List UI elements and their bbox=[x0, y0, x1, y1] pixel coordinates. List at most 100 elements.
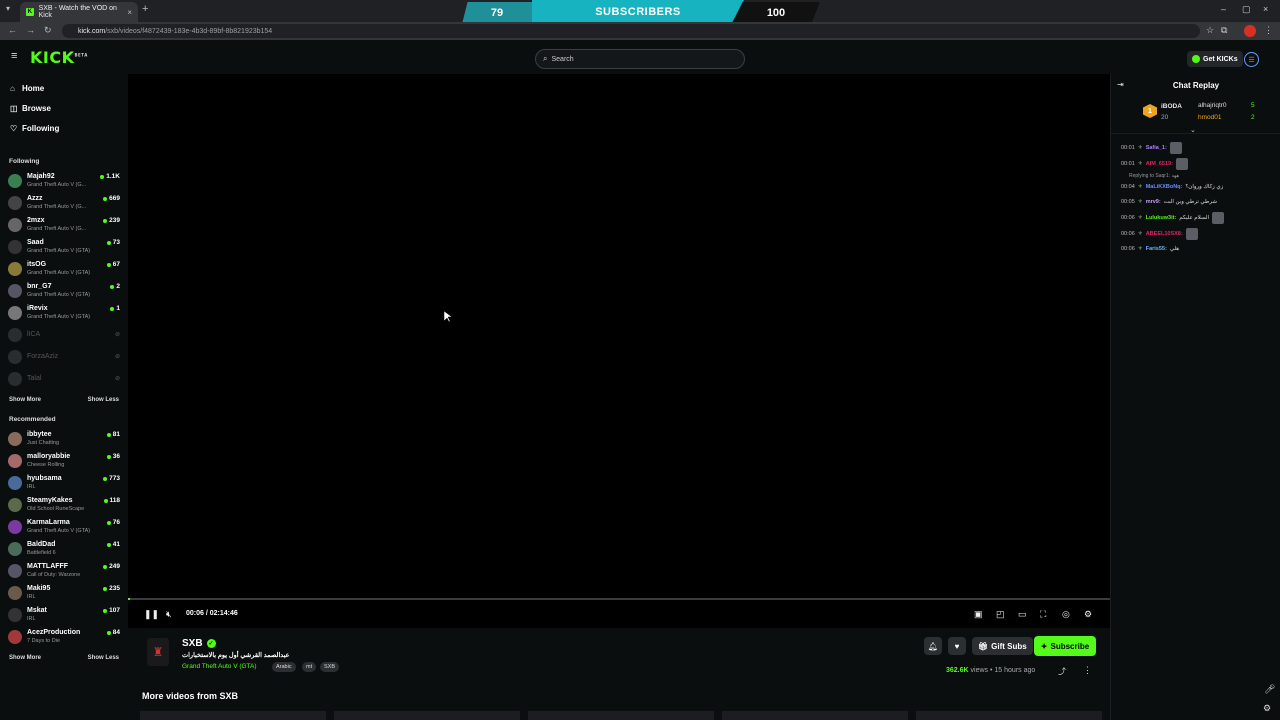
profile-avatar[interactable] bbox=[1244, 25, 1256, 37]
back-icon[interactable]: ← bbox=[8, 25, 17, 35]
url-host: kick.com bbox=[78, 27, 106, 35]
search-input[interactable]: ⌕ Search bbox=[535, 49, 745, 69]
gift-subs-button[interactable]: 🎁︎ Gift Subs bbox=[972, 637, 1033, 655]
video-thumbnail[interactable] bbox=[916, 711, 1102, 720]
microphone-icon[interactable]: 🎤︎ bbox=[1264, 684, 1275, 695]
chat-username[interactable]: mrv9: bbox=[1146, 199, 1161, 205]
reload-icon[interactable]: ↻ bbox=[44, 25, 52, 36]
show-less-button[interactable]: Show Less bbox=[88, 397, 119, 403]
follow-heart-button[interactable]: ♥ bbox=[948, 637, 966, 655]
bookmark-star-icon[interactable]: ☆ bbox=[1206, 25, 1214, 36]
tag-sxb[interactable]: SXB bbox=[320, 662, 340, 672]
video-age: 15 hours ago bbox=[994, 667, 1036, 674]
channel-avatar bbox=[8, 476, 22, 490]
sidebar-channel-item[interactable]: iRevix Grand Theft Auto V (GTA) 1 bbox=[8, 304, 120, 324]
tag-mt[interactable]: mt bbox=[302, 662, 317, 672]
browser-tab[interactable]: K SXB - Watch the VOD on Kick × bbox=[20, 2, 138, 22]
sidebar-channel-item[interactable]: itsOG Grand Theft Auto V (GTA) 67 bbox=[8, 260, 120, 280]
channel-name: ForzaAziz bbox=[27, 353, 59, 360]
viewer-count: 118 bbox=[103, 497, 120, 504]
expand-leaderboard-icon[interactable]: ⌄ bbox=[1190, 126, 1196, 134]
recommended-channel-item[interactable]: hyubsama IRL 773 bbox=[8, 474, 120, 494]
tab-close-icon[interactable]: × bbox=[127, 8, 132, 17]
category-link[interactable]: Grand Theft Auto V (GTA) bbox=[182, 663, 257, 670]
kick-logo[interactable]: KICKBETA bbox=[30, 48, 88, 67]
menu-icon[interactable]: ≡ bbox=[11, 51, 21, 62]
recommended-channel-item[interactable]: Maki95 IRL 235 bbox=[8, 584, 120, 604]
chat-username[interactable]: AIM_6519: bbox=[1146, 161, 1173, 167]
recommended-channel-item[interactable]: ibbytee Just Chatting 81 bbox=[8, 430, 120, 450]
theater-mode-icon[interactable]: ▭ bbox=[1018, 609, 1027, 620]
viewer-count: 2 bbox=[110, 283, 120, 290]
viewer-count: 107 bbox=[103, 607, 120, 614]
chat-username[interactable]: MaLiKXBoNq: bbox=[1146, 184, 1183, 190]
recommended-channel-item[interactable]: malloryabbie Cheese Rolling 36 bbox=[8, 452, 120, 472]
show-less-button[interactable]: Show Less bbox=[88, 655, 119, 661]
sidebar-channel-item[interactable]: Saad Grand Theft Auto V (GTA) 73 bbox=[8, 238, 120, 258]
channel-name: Talal bbox=[27, 375, 42, 382]
viewer-count: 669 bbox=[103, 195, 120, 202]
chat-timestamp: 00:01 bbox=[1121, 145, 1135, 151]
user-menu-icon[interactable]: ☰ bbox=[1244, 52, 1259, 67]
show-more-button[interactable]: Show More bbox=[9, 397, 41, 403]
recommended-channel-item[interactable]: SteamyKakes Old School RuneScape 118 bbox=[8, 496, 120, 516]
video-thumbnail[interactable] bbox=[528, 711, 714, 720]
video-thumbnail[interactable] bbox=[140, 711, 326, 720]
maximize-icon[interactable]: ▢ bbox=[1242, 4, 1251, 15]
sidebar-channel-item[interactable]: bnr_G7 Grand Theft Auto V (GTA) 2 bbox=[8, 282, 120, 302]
subscribe-button[interactable]: ✦ Subscribe bbox=[1034, 636, 1096, 656]
video-thumbnail[interactable] bbox=[334, 711, 520, 720]
channel-category: IRL bbox=[27, 484, 36, 490]
playback-speed-icon[interactable]: ◎ bbox=[1062, 609, 1070, 620]
chat-username[interactable]: ABEEL10SX8: bbox=[1146, 231, 1183, 237]
extensions-icon[interactable]: ⧉ bbox=[1221, 25, 1227, 36]
viewer-count: 81 bbox=[106, 431, 120, 438]
forward-icon[interactable]: → bbox=[26, 25, 35, 35]
minimize-icon[interactable]: – bbox=[1221, 4, 1226, 14]
share-icon[interactable]: ⤴ bbox=[1058, 666, 1066, 677]
tab-search-icon[interactable]: ▾ bbox=[6, 4, 10, 13]
channel-avatar bbox=[8, 542, 22, 556]
video-progress-bar[interactable] bbox=[128, 598, 1110, 600]
video-player[interactable] bbox=[128, 74, 1110, 628]
notification-bell-button[interactable]: 🔔︎ bbox=[924, 637, 942, 655]
browser-menu-icon[interactable]: ⋮ bbox=[1264, 25, 1273, 36]
recommended-channel-item[interactable]: AcezProduction 7 Days to Die 84 bbox=[8, 628, 120, 648]
viewer-count: 76 bbox=[106, 519, 120, 526]
sidebar-nav-home[interactable]: ⌂ Home bbox=[10, 84, 44, 93]
chat-username[interactable]: Safia_1: bbox=[1146, 145, 1167, 151]
get-kicks-button[interactable]: Get KICKs bbox=[1187, 51, 1243, 67]
chat-username[interactable]: Lulukuw3it: bbox=[1146, 215, 1177, 221]
sidebar-channel-item-offline[interactable]: ForzaAziz ⊘ bbox=[8, 348, 120, 368]
sidebar-channel-item[interactable]: Azzz Grand Theft Auto V (G... 669 bbox=[8, 194, 120, 214]
recommended-channel-item[interactable]: BaldDad Battlefield 6 41 bbox=[8, 540, 120, 560]
tag-arabic[interactable]: Arabic bbox=[272, 662, 296, 672]
sidebar-nav-following[interactable]: ♡ Following bbox=[10, 124, 59, 133]
channel-category: Call of Duty: Warzone bbox=[27, 572, 81, 578]
recommended-channel-item[interactable]: KarmaLarma Grand Theft Auto V (GTA) 76 bbox=[8, 518, 120, 538]
settings-gear-icon[interactable]: ⚙ bbox=[1084, 609, 1092, 620]
miniplayer-icon[interactable]: ▣ bbox=[974, 609, 983, 620]
chat-username[interactable]: Faris55: bbox=[1146, 246, 1167, 252]
recommended-channel-item[interactable]: Mskat IRL 107 bbox=[8, 606, 120, 626]
show-more-button[interactable]: Show More bbox=[9, 655, 41, 661]
sidebar-channel-item[interactable]: 2mzx Grand Theft Auto V (G... 239 bbox=[8, 216, 120, 236]
sidebar-channel-item-offline[interactable]: lICA ⊘ bbox=[8, 326, 120, 346]
video-thumbnail[interactable] bbox=[722, 711, 908, 720]
close-window-icon[interactable]: × bbox=[1263, 4, 1268, 14]
new-tab-icon[interactable]: + bbox=[142, 3, 148, 15]
pause-icon[interactable]: ❚❚ bbox=[144, 609, 159, 620]
sidebar-nav-browse[interactable]: ◫ Browse bbox=[10, 104, 51, 113]
url-field[interactable]: kick.com /sxb/videos/f4872439-183e-4b3d-… bbox=[62, 24, 1200, 38]
chat-settings-icon[interactable]: ⚙ bbox=[1263, 703, 1271, 714]
pip-icon[interactable]: ◰ bbox=[996, 609, 1005, 620]
channel-name[interactable]: SXB bbox=[182, 638, 203, 649]
recommended-channel-item[interactable]: MATTLAFFF Call of Duty: Warzone 249 bbox=[8, 562, 120, 582]
more-options-icon[interactable]: ⋮ bbox=[1083, 665, 1092, 676]
channel-avatar[interactable]: ♜ bbox=[147, 638, 169, 666]
fullscreen-icon[interactable]: ⛶ bbox=[1040, 609, 1046, 620]
mute-icon[interactable]: 🔇︎ bbox=[166, 609, 172, 620]
sidebar-channel-item[interactable]: Majah92 Grand Theft Auto V (G... 1.1K bbox=[8, 172, 120, 192]
sidebar-channel-item-offline[interactable]: Talal ⊘ bbox=[8, 370, 120, 390]
chat-text: السلام عليكم bbox=[1179, 215, 1210, 221]
